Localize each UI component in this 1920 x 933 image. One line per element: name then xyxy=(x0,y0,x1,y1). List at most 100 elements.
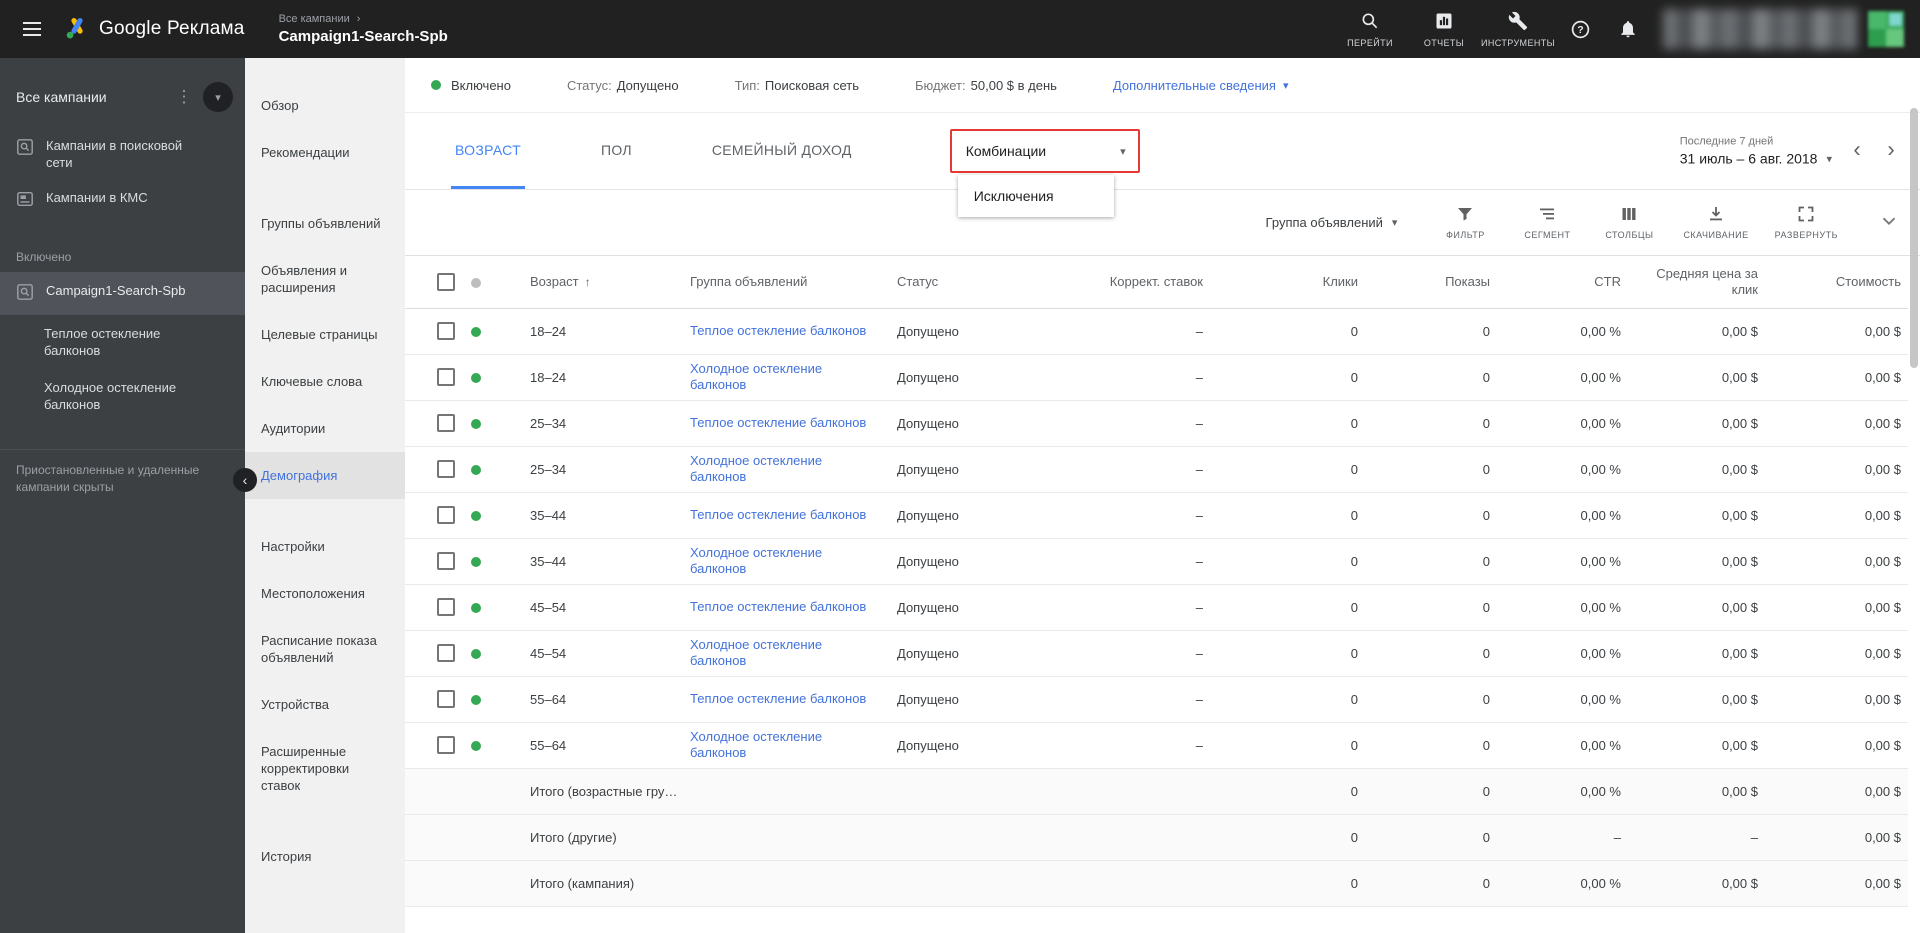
menu-item[interactable]: История xyxy=(245,833,405,880)
row-checkbox[interactable] xyxy=(437,598,455,616)
avg-cpc-cell: 0,00 $ xyxy=(1628,446,1765,493)
menu-item[interactable]: Рекомендации xyxy=(245,129,405,176)
chevron-down-icon: ▾ xyxy=(1826,153,1832,165)
column-header-ad-group[interactable]: Группа объявлений xyxy=(685,256,880,309)
menu-item[interactable]: Расширенные корректировки ставок xyxy=(245,728,405,809)
expand-button[interactable]: РАЗВЕРНУТЬ xyxy=(1775,205,1838,240)
ad-group-link[interactable]: Теплое остекление балконов xyxy=(690,323,866,339)
row-checkbox[interactable] xyxy=(437,460,455,478)
sidebar-campaign-item[interactable]: Campaign1-Search-Spb xyxy=(0,272,245,315)
date-range-selector[interactable]: Последние 7 дней 31 июль – 6 авг. 2018 ▾ xyxy=(1680,136,1832,167)
total-label: Итого (возрастные гру… xyxy=(505,768,1070,815)
row-checkbox[interactable] xyxy=(437,322,455,340)
hamburger-menu-icon[interactable] xyxy=(0,0,64,58)
ad-group-link[interactable]: Теплое остекление балконов xyxy=(690,507,866,523)
menu-item[interactable]: Обзор xyxy=(245,82,405,129)
ad-group-link[interactable]: Холодное остекление балконов xyxy=(690,637,868,669)
table-header-row: Возраст ↑ Группа объявлений Статус Коррек… xyxy=(405,256,1908,309)
ad-group-link[interactable]: Теплое остекление балконов xyxy=(690,415,866,431)
avg-cpc-cell: – xyxy=(1628,814,1765,861)
display-campaign-icon xyxy=(16,190,34,211)
columns-button[interactable]: СТОЛБЦЫ xyxy=(1601,205,1657,240)
age-cell: 55–64 xyxy=(505,722,685,769)
column-header-avg-cpc[interactable]: Средняя цена за клик xyxy=(1628,256,1765,309)
row-checkbox[interactable] xyxy=(437,506,455,524)
row-checkbox[interactable] xyxy=(437,644,455,662)
sidebar-dropdown-circle-button[interactable]: ▾ xyxy=(203,82,233,112)
age-cell: 35–44 xyxy=(505,492,685,539)
tools-button[interactable]: ИНСТРУМЕНТЫ xyxy=(1481,11,1555,48)
ctr-cell: 0,00 % xyxy=(1497,354,1628,401)
ad-group-link[interactable]: Холодное остекление балконов xyxy=(690,453,868,485)
search-icon xyxy=(1360,11,1380,34)
sidebar-item-search-campaign[interactable]: Кампании в поисковой сети xyxy=(0,128,245,180)
age-cell: 45–54 xyxy=(505,584,685,631)
tab-gender[interactable]: ПОЛ xyxy=(597,113,636,189)
impressions-cell: 0 xyxy=(1365,538,1497,585)
row-checkbox[interactable] xyxy=(437,414,455,432)
menu-item[interactable]: Объявления и расширения xyxy=(245,247,405,311)
menu-item[interactable]: Ключевые слова xyxy=(245,358,405,405)
column-header-clicks[interactable]: Клики xyxy=(1210,256,1365,309)
sidebar-item-display-campaign[interactable]: Кампании в КМС xyxy=(0,180,245,220)
clicks-cell: 0 xyxy=(1210,722,1365,769)
row-checkbox[interactable] xyxy=(437,368,455,386)
status-cell: Допущено xyxy=(880,400,1070,447)
column-header-cost[interactable]: Стоимость xyxy=(1765,256,1908,309)
avatar[interactable] xyxy=(1868,11,1904,47)
ad-group-link[interactable]: Теплое остекление балконов xyxy=(690,599,866,615)
menu-item[interactable]: Местоположения xyxy=(245,570,405,617)
select-all-checkbox[interactable] xyxy=(437,272,455,291)
menu-item-demography[interactable]: Демография xyxy=(245,452,405,499)
column-header-ctr[interactable]: CTR xyxy=(1497,256,1628,309)
menu-item[interactable]: Целевые страницы xyxy=(245,311,405,358)
ctr-cell: 0,00 % xyxy=(1497,676,1628,723)
group-by-select[interactable]: Группа объявлений ▾ xyxy=(1266,215,1398,230)
download-button[interactable]: СКАЧИВАНИЕ xyxy=(1683,205,1748,240)
enabled-status-dot xyxy=(471,419,481,430)
breadcrumb-all-campaigns[interactable]: Все кампании › xyxy=(279,13,448,25)
reports-button[interactable]: ОТЧЕТЫ xyxy=(1411,11,1477,48)
date-prev-button[interactable]: ‹ xyxy=(1842,138,1872,164)
column-header-bid-adj[interactable]: Коррект. ставок xyxy=(1070,256,1210,309)
menu-item[interactable]: Группы объявлений xyxy=(245,200,405,247)
notifications-bell-icon[interactable] xyxy=(1609,10,1647,48)
row-checkbox[interactable] xyxy=(437,552,455,570)
ad-group-link[interactable]: Холодное остекление балконов xyxy=(690,361,868,393)
sidebar-adgroup-item[interactable]: Теплое остекление балконов xyxy=(0,315,245,369)
date-next-button[interactable]: › xyxy=(1876,138,1906,164)
menu-item[interactable]: Настройки xyxy=(245,523,405,570)
column-header-age[interactable]: Возраст ↑ xyxy=(505,256,685,309)
collapse-table-icon[interactable] xyxy=(1874,206,1904,239)
combinations-select[interactable]: Комбинации ▾ xyxy=(949,129,1140,173)
help-icon[interactable]: ? xyxy=(1561,10,1599,48)
tab-age[interactable]: ВОЗРАСТ xyxy=(451,113,525,189)
bid-adj-cell: – xyxy=(1070,630,1210,677)
column-header-status[interactable]: Статус xyxy=(880,256,1070,309)
cost-cell: 0,00 $ xyxy=(1765,400,1908,447)
ad-group-link[interactable]: Холодное остекление балконов xyxy=(690,729,868,761)
impressions-cell: 0 xyxy=(1365,308,1497,355)
filter-button[interactable]: ФИЛЬТР xyxy=(1437,205,1493,240)
column-header-impressions[interactable]: Показы xyxy=(1365,256,1497,309)
clicks-cell: 0 xyxy=(1210,446,1365,493)
ad-group-link[interactable]: Холодное остекление балконов xyxy=(690,545,868,577)
menu-item[interactable]: Расписание показа объявлений xyxy=(245,617,405,681)
goto-search-button[interactable]: ПЕРЕЙТИ xyxy=(1337,11,1403,48)
ad-group-link[interactable]: Теплое остекление балконов xyxy=(690,691,866,707)
vertical-scrollbar-thumb[interactable] xyxy=(1910,108,1918,368)
menu-item[interactable]: Аудитории xyxy=(245,405,405,452)
more-details-link[interactable]: Дополнительные сведения ▾ xyxy=(1113,78,1289,93)
row-checkbox[interactable] xyxy=(437,690,455,708)
sidebar-collapse-button[interactable]: ‹ xyxy=(233,468,257,492)
status-cell: Допущено xyxy=(880,630,1070,677)
menu-item[interactable]: Устройства xyxy=(245,681,405,728)
sidebar-adgroup-item[interactable]: Холодное остекление балконов xyxy=(0,369,245,423)
cost-cell: 0,00 $ xyxy=(1765,630,1908,677)
menu-item-exclusions[interactable]: Исключения xyxy=(958,175,1114,217)
segment-button[interactable]: СЕГМЕНТ xyxy=(1519,205,1575,240)
table-row: 25–34 Теплое остекление балконов Допущено –… xyxy=(405,400,1908,447)
kebab-menu-icon[interactable]: ⋮ xyxy=(173,87,195,107)
row-checkbox[interactable] xyxy=(437,736,455,754)
tab-household-income[interactable]: СЕМЕЙНЫЙ ДОХОД xyxy=(708,113,856,189)
